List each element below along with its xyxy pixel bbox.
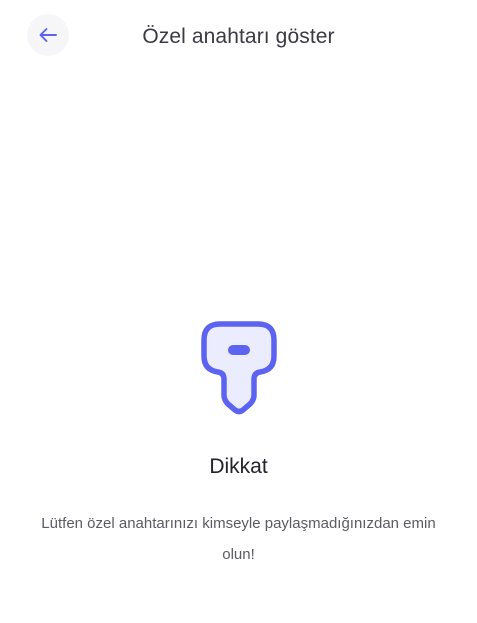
warning-title: Dikkat <box>209 455 268 478</box>
key-icon <box>200 321 277 415</box>
warning-message: Lütfen özel anahtarınızı kimseyle paylaş… <box>41 515 436 563</box>
header: Özel anahtarı göster <box>0 0 477 72</box>
warning-section: Dikkat Lütfen özel anahtarınızı kimseyle… <box>0 318 477 570</box>
page-title: Özel anahtarı göster <box>142 25 335 48</box>
